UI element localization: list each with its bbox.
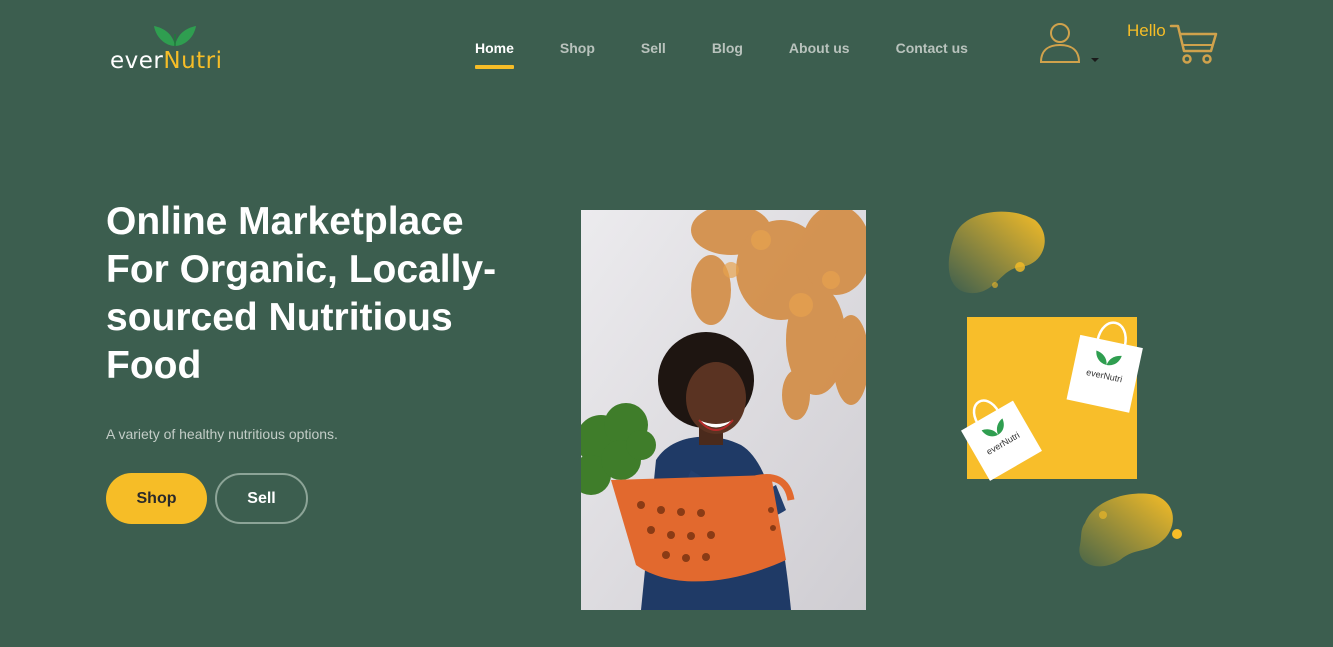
leaf-icon <box>154 26 196 46</box>
nav-home[interactable]: Home <box>475 40 514 69</box>
sell-button[interactable]: Sell <box>215 473 308 524</box>
nav-about-us[interactable]: About us <box>789 40 850 56</box>
nav-contact-us[interactable]: Contact us <box>896 40 968 56</box>
brand-name: everNutri <box>110 48 223 74</box>
nav-blog[interactable]: Blog <box>712 40 743 56</box>
shop-button[interactable]: Shop <box>106 473 207 524</box>
caret-down-icon[interactable] <box>1091 58 1099 62</box>
hero-photo <box>581 210 866 610</box>
brand-logo[interactable]: everNutri <box>108 24 258 74</box>
main-nav: Home Shop Sell Blog About us Contact us <box>475 40 1014 69</box>
hero-title: Online Marketplace For Organic, Locally-… <box>106 200 497 387</box>
user-greeting: Hello <box>1127 21 1166 40</box>
hero-subtitle: A variety of healthy nutritious options. <box>106 426 338 442</box>
user-icon[interactable] <box>1038 21 1082 65</box>
nav-shop[interactable]: Shop <box>560 40 595 56</box>
tote-bag-illustration: everNutri everNutri <box>948 211 1182 567</box>
cart-icon[interactable] <box>1169 23 1219 65</box>
nav-sell[interactable]: Sell <box>641 40 666 56</box>
